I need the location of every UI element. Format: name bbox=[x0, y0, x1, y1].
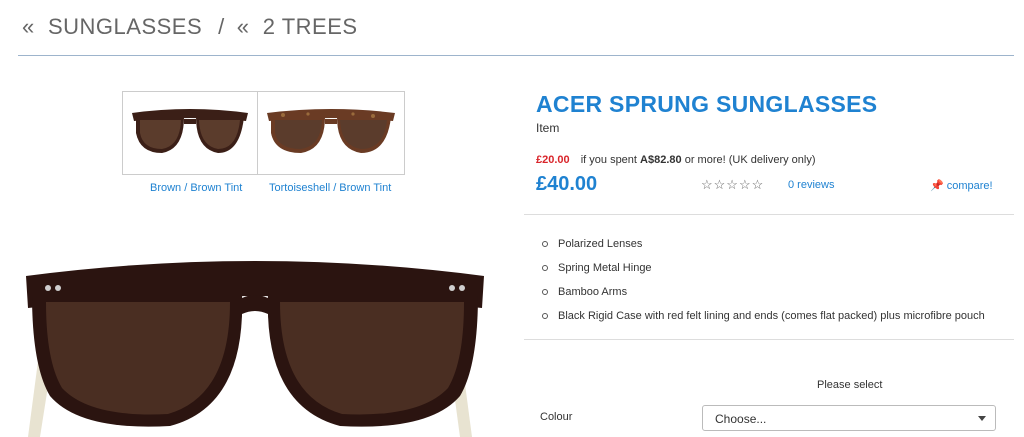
breadcrumb: « SUNGLASSES / « 2 TREES bbox=[22, 14, 358, 40]
breadcrumb-separator: / bbox=[218, 14, 225, 39]
colour-select-value: Choose... bbox=[715, 412, 767, 426]
product-title: ACER SPRUNG SUNGLASSES bbox=[536, 91, 878, 117]
section-divider bbox=[524, 214, 1014, 215]
section-divider bbox=[524, 339, 1014, 340]
variant-label-tortoiseshell[interactable]: Tortoiseshell / Brown Tint bbox=[269, 182, 391, 194]
feature-text: Polarized Lenses bbox=[558, 238, 643, 250]
breadcrumb-prefix-2: « bbox=[236, 14, 250, 39]
header-divider bbox=[18, 55, 1014, 56]
reviews-link[interactable]: 0 reviews bbox=[788, 179, 834, 191]
list-item: Black Rigid Case with red felt lining an… bbox=[540, 304, 985, 328]
feature-list: Polarized Lenses Spring Metal Hinge Bamb… bbox=[540, 232, 985, 328]
sunglasses-thumbnail-image bbox=[267, 109, 395, 153]
bullet-icon bbox=[542, 265, 548, 271]
variant-thumbnail-brown[interactable] bbox=[122, 91, 258, 175]
offer-line: £20.00 if you spent A$82.80 or more! (UK… bbox=[536, 154, 816, 166]
offer-price: £20.00 bbox=[536, 154, 570, 166]
bullet-icon bbox=[542, 313, 548, 319]
breadcrumb-link-2-trees[interactable]: 2 TREES bbox=[263, 14, 358, 40]
variant-thumbnails bbox=[122, 91, 405, 175]
compare-label: compare! bbox=[946, 180, 993, 192]
options-heading: Please select bbox=[817, 379, 883, 391]
breadcrumb-link-sunglasses[interactable]: SUNGLASSES bbox=[48, 14, 202, 40]
feature-text: Black Rigid Case with red felt lining an… bbox=[558, 310, 985, 322]
variant-thumbnail-tortoiseshell[interactable] bbox=[258, 91, 405, 175]
chevron-down-icon bbox=[978, 416, 986, 421]
list-item: Bamboo Arms bbox=[540, 280, 985, 304]
variant-label-brown[interactable]: Brown / Brown Tint bbox=[150, 182, 242, 194]
feature-text: Spring Metal Hinge bbox=[558, 262, 652, 274]
feature-text: Bamboo Arms bbox=[558, 286, 628, 298]
bullet-icon bbox=[542, 241, 548, 247]
compare-link[interactable]: 📌 compare! bbox=[930, 179, 993, 192]
list-item: Spring Metal Hinge bbox=[540, 256, 985, 280]
rating-stars-icon: ☆☆☆☆☆ bbox=[701, 177, 765, 192]
offer-text-after: or more! (UK delivery only) bbox=[684, 154, 816, 166]
offer-amount: A$82.80 bbox=[640, 154, 682, 166]
product-main-image bbox=[26, 261, 484, 437]
product-type: Item bbox=[536, 121, 560, 135]
offer-text-before: if you spent bbox=[580, 154, 637, 166]
colour-select[interactable]: Choose... bbox=[702, 405, 996, 431]
sunglasses-thumbnail-image bbox=[132, 109, 248, 153]
bullet-icon bbox=[542, 289, 548, 295]
colour-label: Colour bbox=[540, 411, 573, 423]
pin-icon: 📌 bbox=[930, 180, 944, 192]
breadcrumb-prefix-1: « bbox=[22, 14, 35, 39]
product-price: £40.00 bbox=[536, 173, 598, 195]
list-item: Polarized Lenses bbox=[540, 232, 985, 256]
